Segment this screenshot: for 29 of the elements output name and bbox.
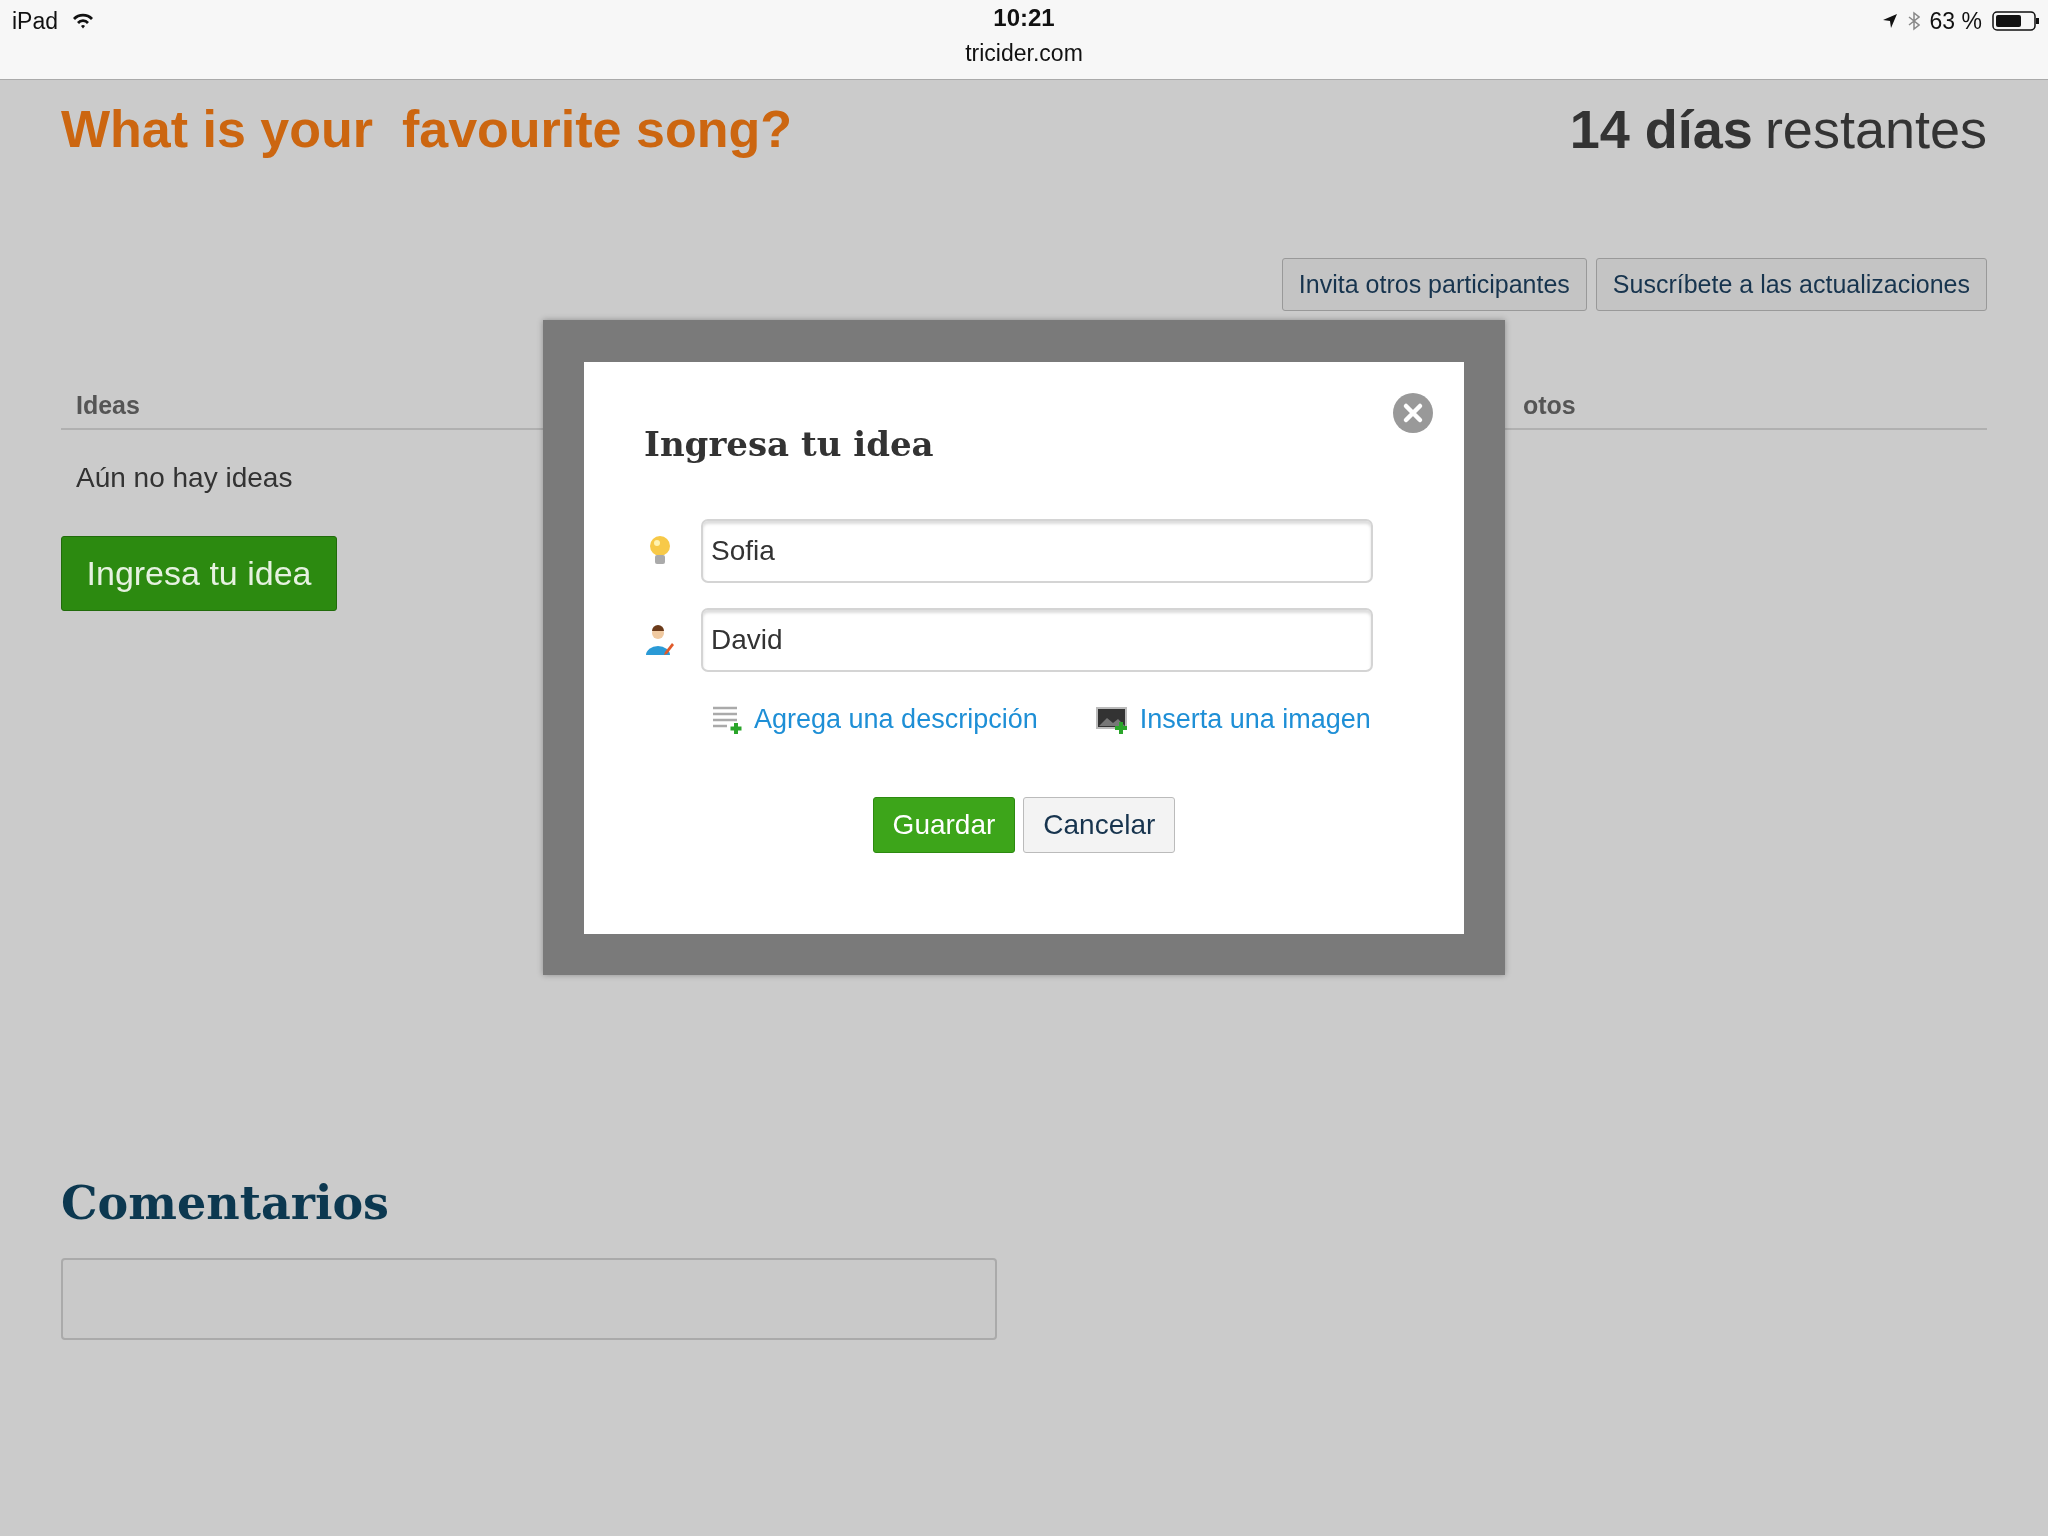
empty-message: Aún no hay ideas: [76, 462, 293, 494]
battery-percent: 63 %: [1929, 7, 1982, 35]
device-name: iPad: [12, 7, 59, 35]
column-header: Ideas: [76, 391, 140, 420]
wifi-icon: [72, 13, 95, 29]
status-time: 10:21: [993, 4, 1055, 32]
bluetooth-icon: [1907, 11, 1920, 31]
column-header: otos: [1522, 391, 1576, 420]
battery-icon: [1992, 11, 2040, 31]
dialog-link[interactable]: Agrega una descripción: [754, 704, 1038, 735]
days-count: 14 días: [1569, 98, 1753, 160]
page-title: What is your favourite song?: [61, 99, 792, 159]
add-image-icon: [1095, 704, 1130, 735]
days-label: restantes: [1764, 98, 1987, 160]
person-pencil-icon: [644, 624, 676, 656]
author-field[interactable]: David: [701, 608, 1373, 672]
location-arrow-icon: [1881, 13, 1898, 29]
comments-heading: Comentarios: [61, 1176, 391, 1230]
idea-field[interactable]: Sofia: [701, 519, 1373, 583]
action-button[interactable]: Invita otros participantes: [1281, 258, 1587, 311]
close-icon[interactable]: [1392, 392, 1434, 434]
action-button[interactable]: Suscríbete a las actualizaciones: [1595, 258, 1987, 311]
comment-field[interactable]: [61, 1258, 997, 1340]
dialog-title: Ingresa tu idea: [644, 424, 935, 464]
add-idea-button[interactable]: Ingresa tu idea: [61, 536, 337, 611]
add-text-icon: [712, 704, 744, 735]
dialog-link[interactable]: Inserta una imagen: [1139, 704, 1371, 735]
cancel-button[interactable]: Cancelar: [1023, 797, 1176, 853]
address-url[interactable]: tricider.com: [965, 40, 1083, 67]
